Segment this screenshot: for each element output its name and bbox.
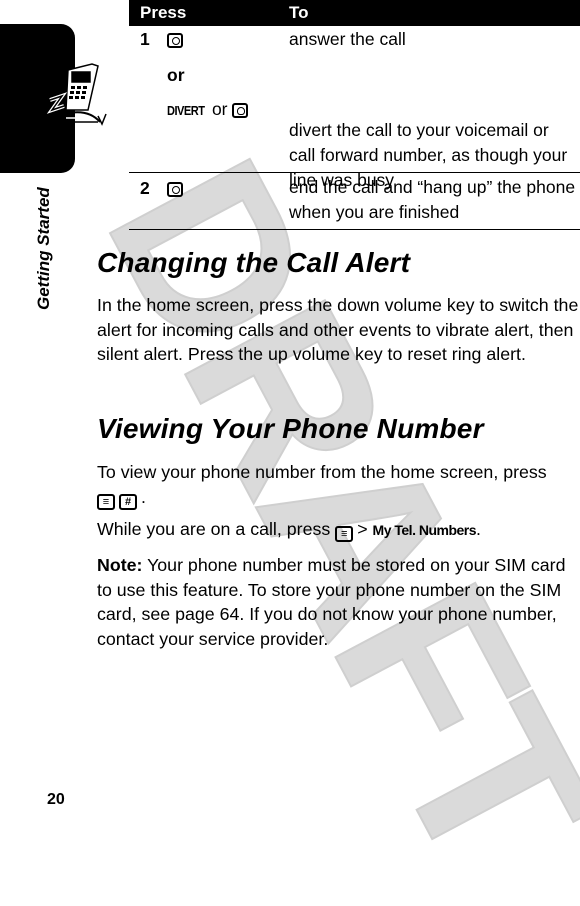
divert-press: DIVERT or [167, 96, 249, 124]
header-press: Press [140, 3, 187, 22]
note-label: Note: [97, 555, 143, 575]
page-number: 20 [47, 791, 65, 808]
draft-watermark: DRAFT [59, 121, 580, 905]
table-row: 2 end the call and “hang up” the phone w… [129, 173, 580, 230]
step-number: 2 [140, 178, 150, 198]
pound-key-icon: # [119, 493, 137, 510]
table-header: Press To [129, 0, 580, 26]
paragraph-text: To view your phone number from the home … [97, 462, 547, 482]
or-connector: or [167, 65, 185, 85]
call-alert-paragraph: In the home screen, press the down volum… [97, 295, 579, 364]
or-text: or [211, 99, 228, 119]
period: . [141, 486, 146, 507]
action-text: answer the call [289, 29, 406, 49]
header-to: To [289, 3, 309, 22]
note-paragraph: Note: Your phone number must be stored o… [97, 553, 579, 651]
step-number: 1 [140, 29, 150, 49]
press-to-table: Press To 1 answer the call or DIVERT or … [129, 0, 580, 230]
on-call-paragraph: While you are on a call, press ≡ > My Tel… [97, 517, 579, 543]
action-text: end the call and “hang up” the phone whe… [289, 177, 576, 222]
view-number-paragraph: To view your phone number from the home … [97, 460, 579, 510]
menu-separator: > [357, 519, 368, 539]
section-heading: Changing the Call Alert [97, 247, 411, 278]
menu-path: My Tel. Numbers [372, 522, 477, 538]
menu-key-icon: ≡ [97, 493, 115, 510]
section-heading: Viewing Your Phone Number [97, 413, 484, 444]
send-key-icon [167, 26, 183, 52]
section-tab-label: Getting Started [34, 187, 53, 310]
end-key-icon [167, 175, 183, 201]
table-row: 1 answer the call or DIVERT or divert th… [129, 26, 580, 190]
menu-key-icon: ≡ [335, 526, 354, 542]
phone-icon [46, 63, 107, 126]
end-key-icon [232, 102, 249, 118]
note-body: Your phone number must be stored on your… [97, 555, 566, 649]
period: . [476, 519, 481, 539]
divert-softkey-label: DIVERT [167, 103, 205, 118]
paragraph-text: While you are on a call, press [97, 519, 331, 539]
